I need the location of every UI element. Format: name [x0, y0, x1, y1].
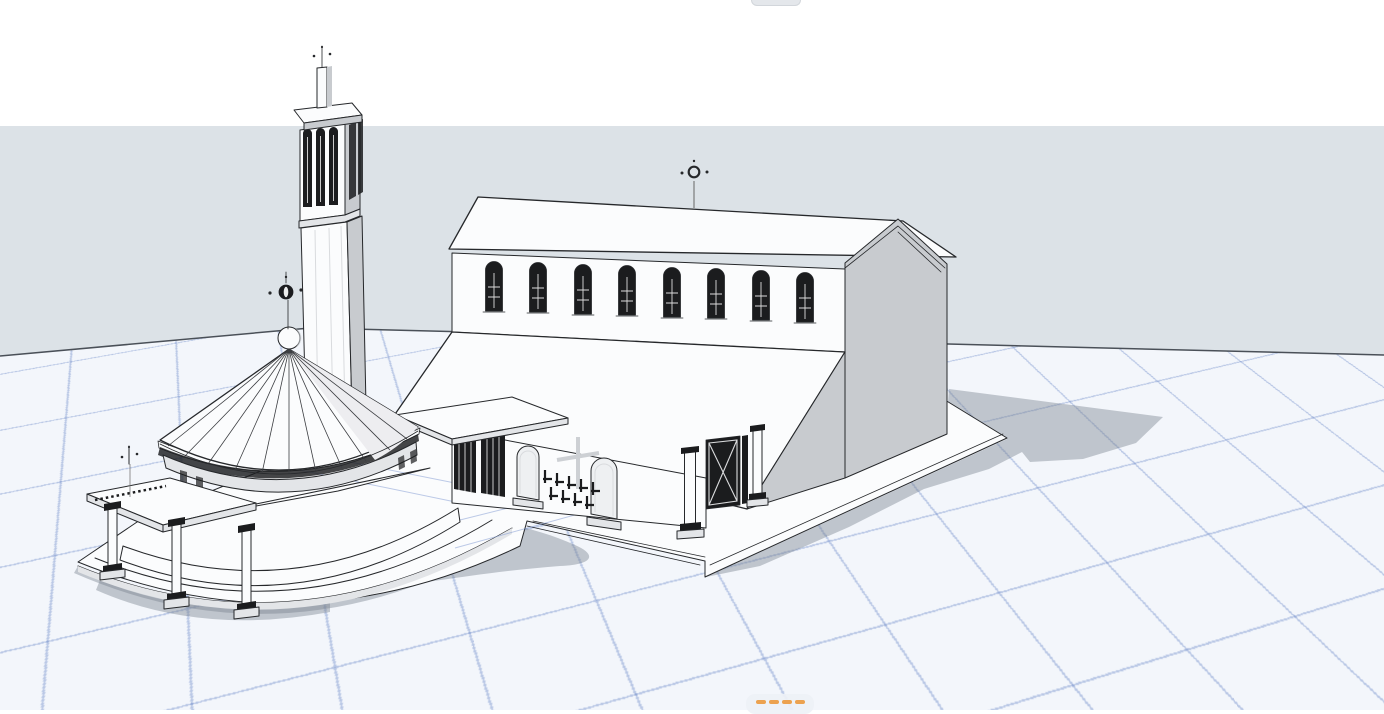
scene-art — [0, 0, 1384, 710]
porch-column — [753, 430, 762, 496]
drag-handle-dash — [782, 700, 792, 704]
app-window: { "app": { "description": "3D modeling v… — [0, 0, 1384, 710]
drag-handle-dash — [795, 700, 805, 704]
gable-end-wall[interactable] — [845, 219, 947, 478]
sky — [0, 0, 1384, 126]
spire — [317, 67, 327, 108]
top-panel-handle[interactable] — [751, 0, 801, 6]
dome-sphere — [278, 327, 300, 349]
drag-handle-dash — [756, 700, 766, 704]
porch-column — [685, 452, 696, 524]
toolbar-drag-handle[interactable] — [746, 694, 814, 714]
viewport-3d[interactable] — [0, 0, 1384, 710]
drag-handle-dash — [769, 700, 779, 704]
